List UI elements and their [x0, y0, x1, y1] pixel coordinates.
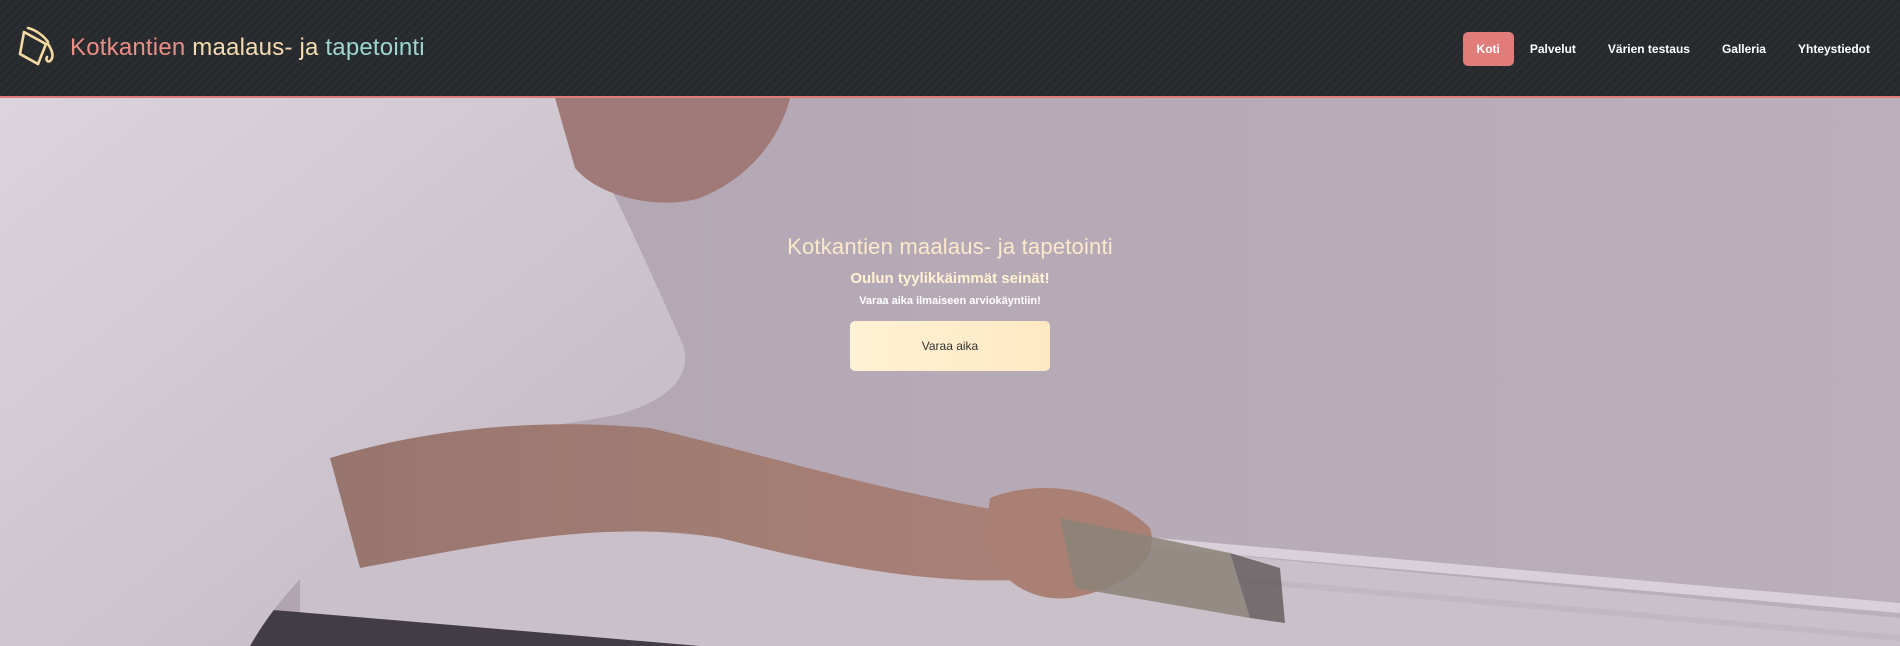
paint-bucket-icon [18, 26, 54, 66]
hero-section: Kotkantien maalaus- ja tapetointi Oulun … [0, 98, 1900, 646]
book-appointment-button[interactable]: Varaa aika [850, 321, 1050, 371]
hero-overlay [0, 98, 1900, 646]
nav-item-yhteystiedot[interactable]: Yhteystiedot [1782, 32, 1886, 66]
hero-title: Kotkantien maalaus- ja tapetointi [787, 234, 1113, 259]
brand-title-part3: tapetointi [325, 34, 425, 61]
top-navbar: Kotkantien maalaus- ja tapetointi Koti P… [0, 0, 1900, 98]
nav-item-palvelut[interactable]: Palvelut [1514, 32, 1592, 66]
brand-title: Kotkantien maalaus- ja tapetointi [70, 34, 425, 62]
brand-title-part1: Kotkantien [70, 34, 186, 61]
nav-item-koti[interactable]: Koti [1462, 32, 1514, 66]
hero-subtitle: Oulun tyylikkäimmät seinät! [850, 270, 1050, 287]
nav-item-galleria[interactable]: Galleria [1706, 32, 1782, 66]
hero-text: Varaa aika ilmaiseen arviokäyntiin! [859, 295, 1041, 307]
brand-title-part2: maalaus- ja [185, 34, 326, 61]
nav-item-varien-testaus[interactable]: Värien testaus [1592, 32, 1706, 66]
brand[interactable]: Kotkantien maalaus- ja tapetointi [14, 26, 425, 70]
hero-content: Kotkantien maalaus- ja tapetointi Oulun … [0, 234, 1900, 371]
main-nav: Koti Palvelut Värien testaus Galleria Yh… [1462, 32, 1886, 66]
